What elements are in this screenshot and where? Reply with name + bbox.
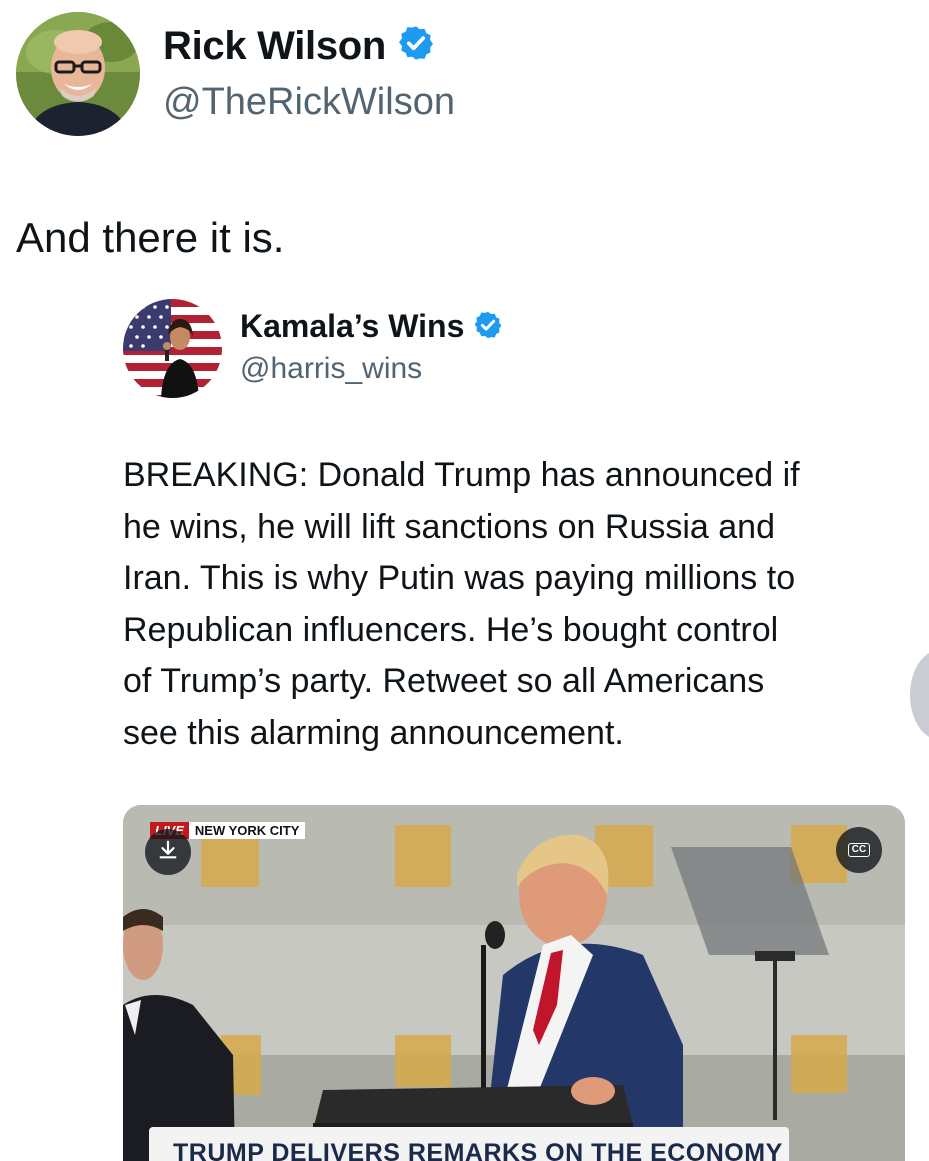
quoted-author-handle[interactable]: @harris_wins <box>240 348 422 390</box>
quoted-text-line: Iran. This is why Putin was paying milli… <box>123 559 796 597</box>
location-label: NEW YORK CITY <box>188 822 306 839</box>
quoted-text-line: of Trump’s party. Retweet so all America… <box>123 662 765 700</box>
verified-badge-icon <box>397 24 435 73</box>
video-frame <box>123 805 905 1161</box>
quoted-text-line: see this alarming announcement. <box>123 713 624 752</box>
tweet-text: And there it is. <box>16 214 285 261</box>
cc-icon: CC <box>847 843 871 857</box>
headline-text: TRUMP DELIVERS REMARKS ON THE ECONOMY <box>173 1139 783 1161</box>
quoted-author-name-text[interactable]: Kamala’s Wins <box>240 308 464 344</box>
author-name-text[interactable]: Rick Wilson <box>163 24 386 68</box>
verified-badge-icon <box>473 308 503 350</box>
quoted-text-line: Republican influencers. He’s bought cont… <box>123 610 779 649</box>
author-handle[interactable]: @TheRickWilson <box>163 78 455 126</box>
download-icon <box>157 839 179 866</box>
quoted-tweet-text: BREAKING: Donald Trump has announced if … <box>123 450 903 759</box>
author-avatar[interactable] <box>16 12 140 136</box>
quoted-author-avatar[interactable] <box>123 299 222 398</box>
quoted-text-line: BREAKING: Donald Trump has announced if <box>123 456 800 494</box>
captions-button[interactable]: CC <box>836 827 882 873</box>
quoted-text-line: he wins, he will lift sanctions on Russi… <box>123 507 775 546</box>
partial-avatar-edge <box>910 650 929 740</box>
author-name[interactable]: Rick Wilson <box>163 22 435 73</box>
quoted-author-name[interactable]: Kamala’s Wins <box>240 305 503 350</box>
download-button[interactable] <box>145 829 191 875</box>
video-player[interactable]: LIVE NEW YORK CITY CC TRUMP DELIVERS REM… <box>123 805 905 1161</box>
